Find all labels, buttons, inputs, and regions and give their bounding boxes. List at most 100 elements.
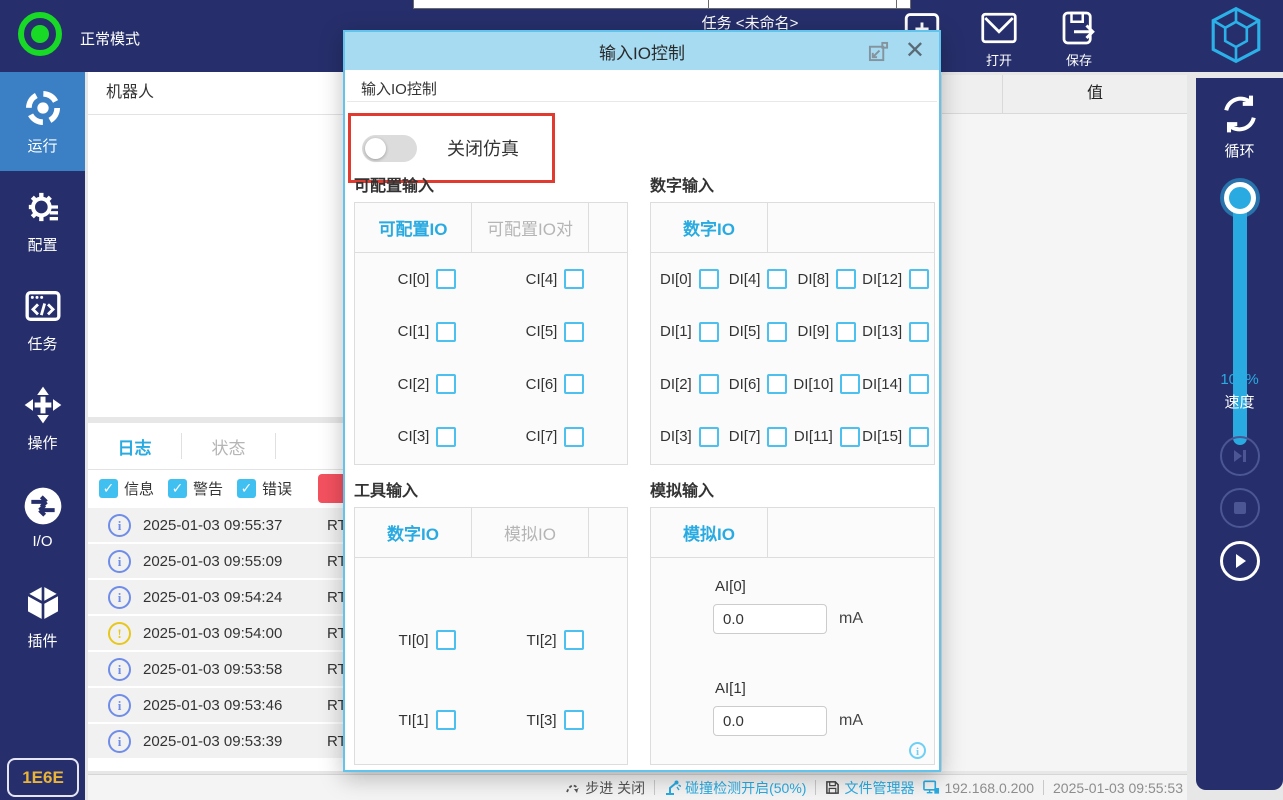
io-label: DI[3] [660,428,692,445]
io-checkbox[interactable] [840,374,860,394]
io-checkbox[interactable] [436,427,456,447]
io-checkbox[interactable] [909,427,929,447]
ai0-label: AI[0] [715,578,746,595]
status-badge[interactable]: 1E6E [7,758,79,797]
checkbox-checked-icon[interactable]: ✓ [99,479,118,498]
io-checkbox[interactable] [909,322,929,342]
io-checkbox-cell: DI[2] [660,374,719,394]
speed-slider-knob[interactable] [1224,182,1256,214]
io-checkbox[interactable] [436,630,456,650]
open-icon [979,8,1019,48]
sidebar-item-config[interactable]: 配置 [0,171,85,270]
collision-icon [664,779,681,796]
io-checkbox[interactable] [699,322,719,342]
io-checkbox[interactable] [909,269,929,289]
filter-error[interactable]: ✓ 错误 [237,478,292,499]
statusbar-divider [654,780,655,795]
collision-label: 碰撞检测开启(50%) [685,778,806,798]
section-title-tool: 工具输入 [354,477,418,501]
toggle-knob [365,138,386,159]
io-label: CI[1] [398,323,430,340]
io-checkbox[interactable] [836,322,856,342]
io-checkbox[interactable] [564,269,584,289]
value-table-name-header [942,75,1003,113]
dialog-header[interactable]: 输入IO控制 ✕ [345,32,939,70]
io-checkbox-cell: DI[9] [798,322,857,342]
io-checkbox-cell: CI[3] [398,427,457,447]
io-checkbox[interactable] [840,427,860,447]
io-checkbox[interactable] [836,269,856,289]
io-checkbox[interactable] [436,269,456,289]
tab-可配置IO对[interactable]: 可配置IO对 [472,203,588,252]
io-label: DI[11] [794,428,833,445]
tab-模拟IO[interactable]: 模拟IO [472,508,588,557]
checkbox-checked-icon[interactable]: ✓ [168,479,187,498]
filter-warning[interactable]: ✓ 警告 [168,478,223,499]
io-checkbox[interactable] [767,322,787,342]
io-checkbox-cell: DI[8] [798,269,857,289]
simulation-toggle[interactable] [362,135,417,162]
io-checkbox[interactable] [436,322,456,342]
io-checkbox[interactable] [909,374,929,394]
ai0-unit: mA [839,610,863,628]
tab-log[interactable]: 日志 [88,434,181,459]
loop-control[interactable]: 循环 [1196,92,1283,161]
file-manager-button[interactable]: 文件管理器 [825,778,914,798]
sidebar-item-run[interactable]: 运行 [0,72,85,171]
ai1-label: AI[1] [715,680,746,697]
io-checkbox[interactable] [699,427,719,447]
sidebar-item-plugin[interactable]: 插件 [0,567,85,666]
stop-button[interactable] [1220,488,1260,528]
loop-label: 循环 [1196,140,1283,161]
tab-数字IO[interactable]: 数字IO [355,508,471,557]
io-label: DI[0] [660,271,692,288]
ai1-value-input[interactable]: 0.0 [713,706,827,736]
io-checkbox[interactable] [564,374,584,394]
gear-icon [23,187,63,227]
io-checkbox[interactable] [436,374,456,394]
io-checkbox-cell: DI[5] [729,322,788,342]
io-checkbox[interactable] [436,710,456,730]
filter-label: 信息 [124,478,154,499]
io-checkbox-cell: DI[0] [660,269,719,289]
tab-divider [767,508,768,557]
collision-detection-status[interactable]: 碰撞检测开启(50%) [664,778,806,798]
step-mode-status[interactable]: 步进 关闭 [565,778,645,798]
sidebar-item-io[interactable]: I/O [0,468,85,567]
info-icon: i [108,550,131,573]
tab-status[interactable]: 状态 [182,434,275,459]
info-icon[interactable]: i [909,742,926,759]
network-status: 192.168.0.200 [923,780,1034,796]
checkbox-checked-icon[interactable]: ✓ [237,479,256,498]
tab-数字IO[interactable]: 数字IO [651,203,767,252]
play-button[interactable] [1220,541,1260,581]
io-checkbox[interactable] [767,269,787,289]
io-label: CI[3] [398,428,430,445]
io-label: DI[6] [729,376,761,393]
io-checkbox[interactable] [699,269,719,289]
io-checkbox-cell: CI[0] [398,269,457,289]
io-checkbox[interactable] [564,710,584,730]
network-icon [923,780,940,795]
ti-checkbox-grid: TI[0]TI[2]TI[1]TI[3] [355,558,627,766]
tab-模拟IO[interactable]: 模拟IO [651,508,767,557]
sidebar-item-label: I/O [32,533,52,550]
sidebar-item-task[interactable]: 任务 [0,270,85,369]
filter-label: 错误 [262,478,292,499]
save-button[interactable]: 保存 [1050,8,1108,69]
ai0-value-input[interactable]: 0.0 [713,604,827,634]
filter-info[interactable]: ✓ 信息 [99,478,154,499]
io-checkbox[interactable] [767,374,787,394]
io-checkbox[interactable] [564,630,584,650]
sidebar-item-operate[interactable]: 操作 [0,369,85,468]
value-table-value-header: 值 [1003,75,1187,113]
open-button[interactable]: 打开 [970,8,1028,69]
restore-window-icon[interactable] [868,41,889,62]
io-checkbox[interactable] [564,322,584,342]
io-checkbox[interactable] [767,427,787,447]
io-checkbox[interactable] [564,427,584,447]
io-checkbox[interactable] [699,374,719,394]
step-forward-button[interactable] [1220,436,1260,476]
tab-可配置IO[interactable]: 可配置IO [355,203,471,252]
warning-icon: ! [108,622,131,645]
